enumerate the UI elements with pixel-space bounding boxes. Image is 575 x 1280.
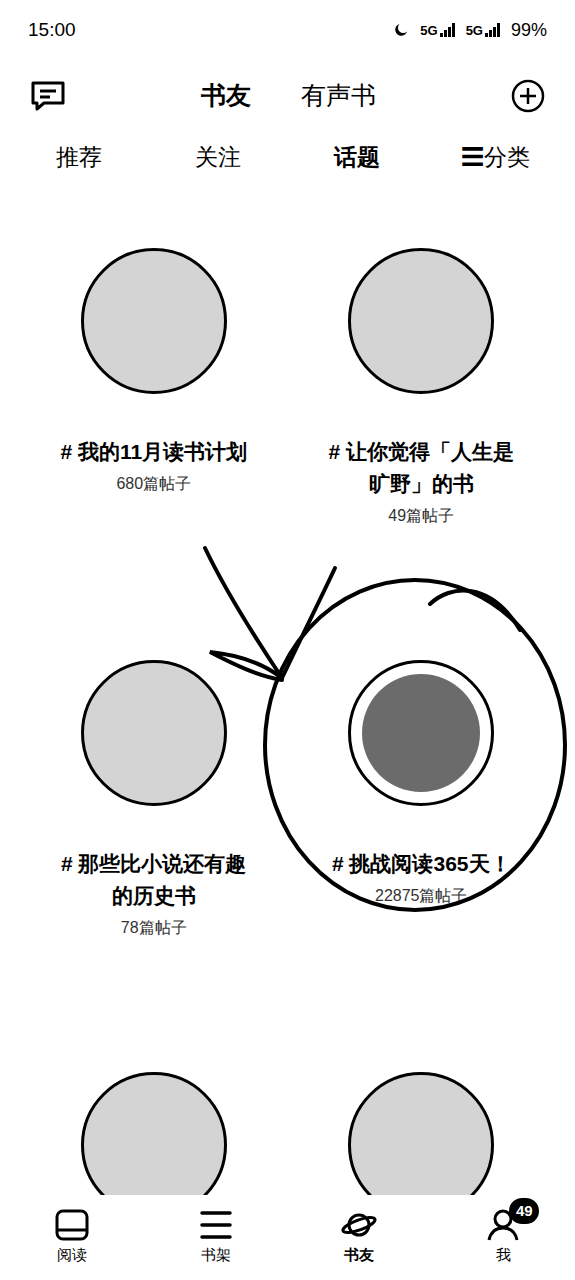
topic-cover [348, 660, 494, 806]
topic-cover [81, 660, 227, 806]
signal: 5G [466, 23, 501, 37]
nav-item[interactable]: 我49 [431, 1208, 575, 1267]
status-bar: 15:00 5G 5G 99% [0, 0, 575, 60]
network-type: 5G [466, 24, 483, 37]
nav-item[interactable]: 阅读 [0, 1208, 144, 1267]
topic-title[interactable]: # 我的11月读书计划 [54, 436, 254, 468]
topic-cover [81, 1072, 227, 1195]
topic-cover [81, 248, 227, 394]
message-icon[interactable] [30, 80, 66, 112]
topic-title[interactable]: # 那些比小说还有趣的历史书 [54, 848, 254, 912]
topic-card[interactable] [20, 1072, 288, 1195]
add-icon[interactable] [511, 79, 545, 113]
topic-post-count: 78篇帖子 [121, 916, 187, 940]
nav-label[interactable]: 书架 [201, 1244, 231, 1267]
sub-tab[interactable]: ☰分类 [426, 140, 565, 175]
battery-level: 99% [511, 17, 547, 44]
signal-icon [440, 23, 456, 37]
header: 书友 有声书 [0, 60, 575, 132]
nav-label[interactable]: 书友 [344, 1244, 374, 1267]
bookshelf-icon [198, 1208, 234, 1242]
topic-list: # 我的11月读书计划 680篇帖子 # 让你觉得「人生是旷野」的书 49篇帖子 # 那… [0, 182, 575, 1195]
sub-tab[interactable]: 关注 [149, 140, 288, 175]
sub-tab[interactable]: 话题 [288, 140, 427, 175]
annotation-marks [0, 0, 575, 1280]
topic-title[interactable]: # 挑战阅读365天！ [321, 848, 521, 880]
nav-label[interactable]: 我 [496, 1244, 511, 1267]
topic-card[interactable]: # 我的11月读书计划 680篇帖子 [20, 248, 288, 528]
status-time: 15:00 [28, 16, 76, 45]
signal-icon [485, 23, 501, 37]
sub-tab[interactable]: 推荐 [10, 140, 149, 175]
topic-card[interactable]: # 挑战阅读365天！ 22875篇帖子 [288, 660, 556, 940]
signal: 5G [420, 23, 455, 37]
nav-item[interactable]: 书架 [144, 1208, 288, 1267]
bottom-nav: 阅读书架书友我49 [0, 1195, 575, 1280]
topic-card[interactable] [288, 1072, 556, 1195]
nav-item[interactable]: 书友 [288, 1208, 432, 1267]
topic-card[interactable]: # 那些比小说还有趣的历史书 78篇帖子 [20, 660, 288, 940]
topic-post-count: 22875篇帖子 [375, 884, 468, 908]
planet-icon [341, 1208, 377, 1242]
topic-card[interactable]: # 让你觉得「人生是旷野」的书 49篇帖子 [288, 248, 556, 528]
sub-tabs: 推荐关注话题☰分类 [0, 132, 575, 182]
header-tab[interactable]: 书友 [201, 77, 251, 115]
nav-label[interactable]: 阅读 [57, 1244, 87, 1267]
topic-post-count: 49篇帖子 [388, 504, 454, 528]
topic-grid: # 我的11月读书计划 680篇帖子 # 让你觉得「人生是旷野」的书 49篇帖子 # 那… [20, 248, 555, 1195]
status-icons: 5G 5G 99% [392, 17, 547, 44]
nav-badge: 49 [509, 1198, 539, 1224]
moon-icon [392, 21, 410, 39]
header-tab[interactable]: 有声书 [301, 77, 376, 115]
topic-cover [348, 1072, 494, 1195]
header-tabs: 书友 有声书 [201, 77, 376, 115]
topic-title[interactable]: # 让你觉得「人生是旷野」的书 [321, 436, 521, 500]
read-icon [54, 1208, 90, 1242]
topic-post-count: 680篇帖子 [116, 472, 191, 496]
topic-cover [348, 248, 494, 394]
cover-badge [362, 674, 480, 792]
network-type: 5G [420, 24, 437, 37]
